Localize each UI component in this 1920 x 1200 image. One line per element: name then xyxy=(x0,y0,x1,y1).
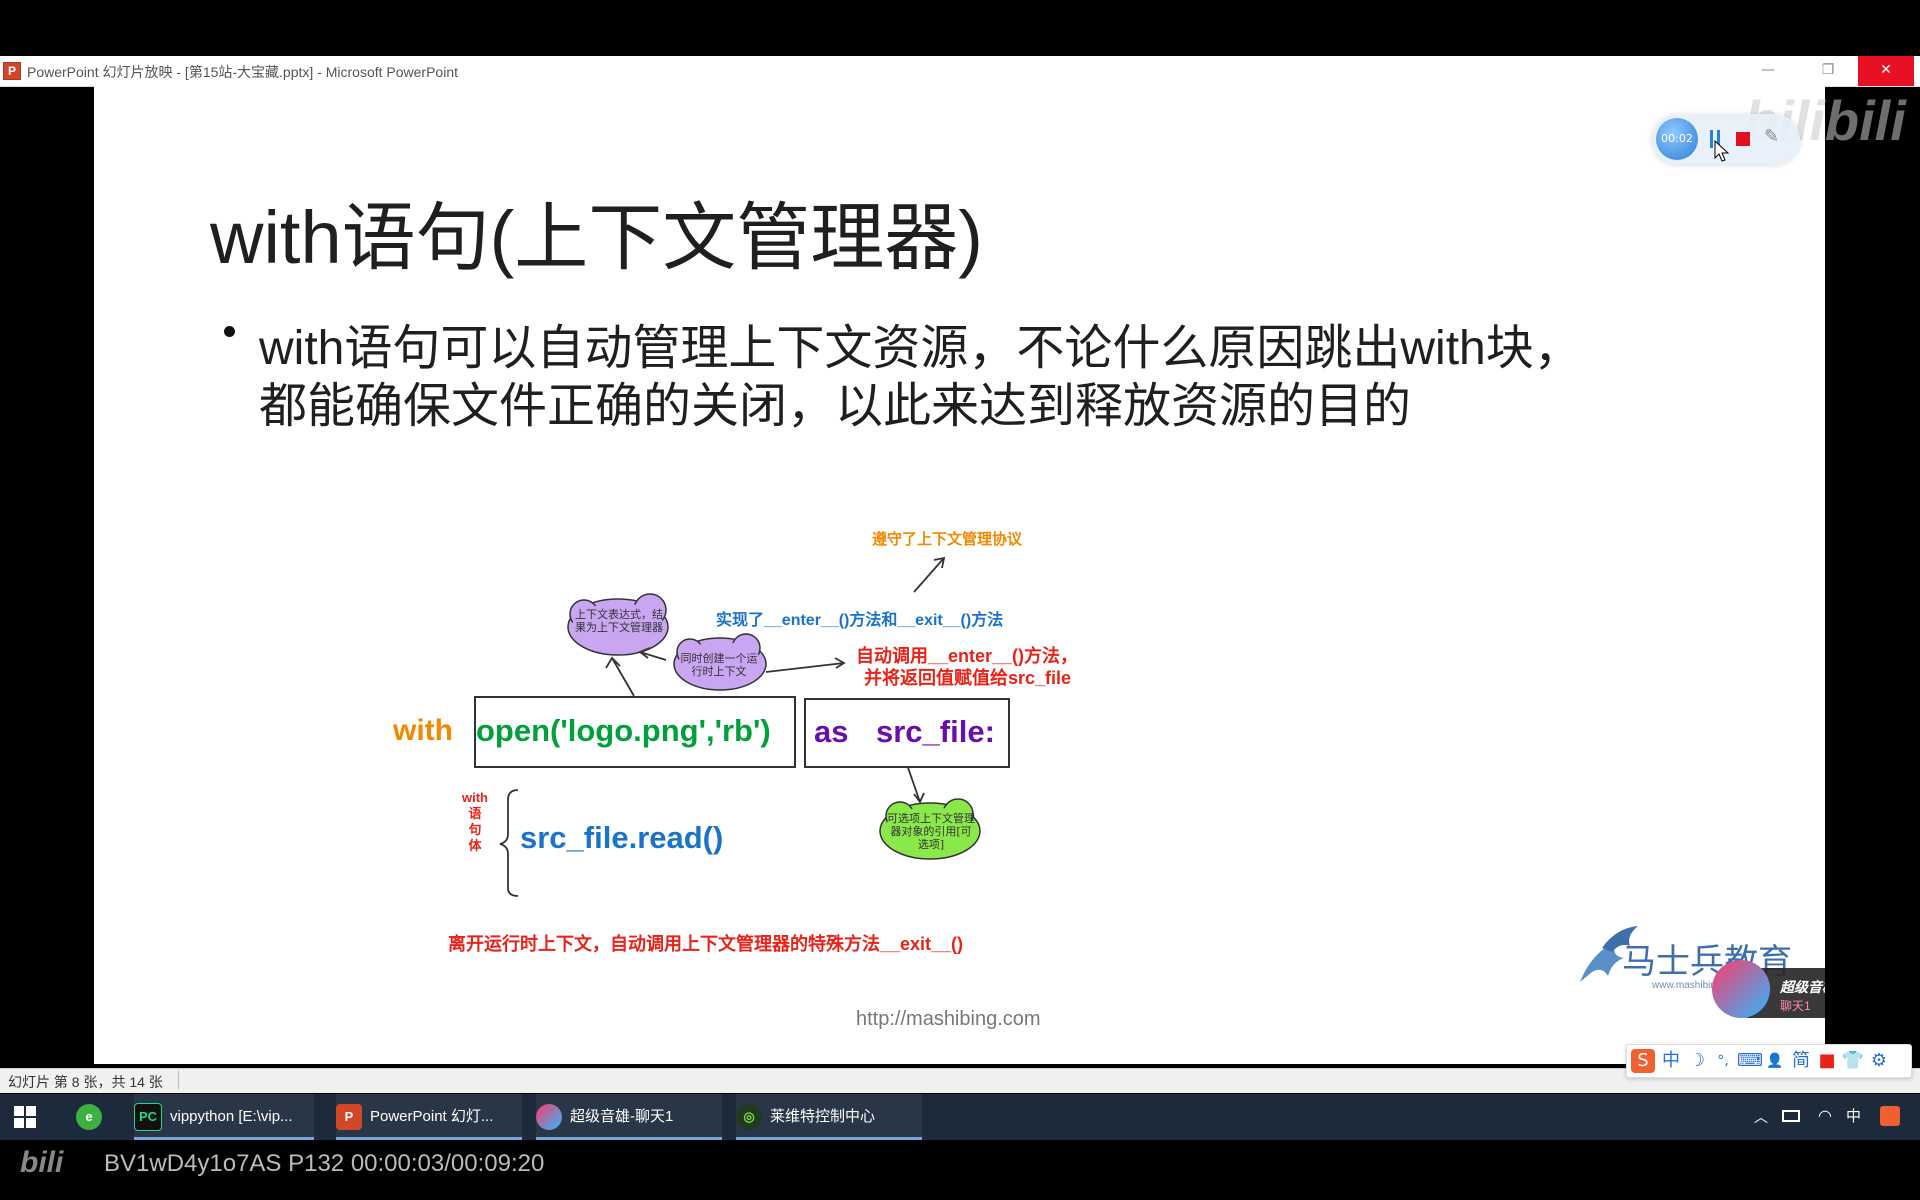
windows-logo-icon xyxy=(14,1106,36,1129)
enter-note-line-2: 并将返回值赋值给src_file xyxy=(864,668,1072,688)
music-app-icon xyxy=(536,1104,562,1131)
slide-url: http://mashibing.com xyxy=(856,1008,1041,1030)
powerpoint-taskbar-icon: P xyxy=(336,1104,362,1131)
moon-icon[interactable]: ☽ xyxy=(1685,1049,1709,1073)
target-variable: src_file: xyxy=(876,714,995,749)
pen-icon[interactable]: ✎ xyxy=(1764,126,1779,147)
taskbar-music-label: 超级音雄-聊天1 xyxy=(570,1108,674,1125)
taskbar-pycharm[interactable]: PC vippython [E:\vip... xyxy=(134,1094,314,1140)
control-center-icon: ◎ xyxy=(736,1104,762,1131)
status-divider xyxy=(178,1071,179,1089)
diagram-graphics xyxy=(499,556,981,897)
battery-icon[interactable] xyxy=(1782,1110,1800,1122)
context-expression-box: open('logo.png','rb') xyxy=(474,696,796,768)
minimize-button[interactable]: — xyxy=(1740,56,1796,86)
skin-icon[interactable]: 👕 xyxy=(1841,1049,1865,1073)
taskbar-control-center[interactable]: ◎ 莱维特控制中心 xyxy=(736,1094,922,1140)
settings-gear-icon[interactable]: ⚙ xyxy=(1867,1049,1891,1073)
slide[interactable]: with语句(上下文管理器) with语句可以自动管理上下文资源，不论什么原因跳… xyxy=(94,86,1825,1064)
simplified-toggle[interactable]: 简 xyxy=(1789,1049,1813,1073)
slide-counter: 幻灯片 第 8 张，共 14 张 xyxy=(8,1074,163,1090)
video-info: BV1wD4y1o7AS P132 00:00:03/00:09:20 xyxy=(104,1150,545,1177)
with-body-label: with 语 句 体 xyxy=(460,790,490,854)
mouse-cursor-icon xyxy=(1714,140,1730,162)
taskbar-browser[interactable]: e xyxy=(76,1094,116,1140)
body-label-2: 语 xyxy=(468,806,482,821)
window-titlebar: P PowerPoint 幻灯片放映 - [第15站-大宝藏.pptx] - M… xyxy=(0,56,1920,87)
cloud-3-text: 可选项上下文管理器对象的引用[可选项] xyxy=(887,812,975,851)
keyword-as: as xyxy=(814,714,849,749)
taskbar-pycharm-label: vippython [E:\vip... xyxy=(170,1108,293,1125)
exit-note: 离开运行时上下文，自动调用上下文管理器的特殊方法__exit__() xyxy=(448,934,964,954)
impl-note: 实现了__enter__()方法和__exit__()方法 xyxy=(716,612,1004,629)
powerpoint-icon: P xyxy=(3,62,21,80)
ime-logo-icon[interactable]: S xyxy=(1631,1049,1655,1073)
target-box: as src_file: xyxy=(804,698,1010,768)
wifi-icon[interactable]: ◠ xyxy=(1818,1094,1838,1140)
music-popup-subtitle: 聊天1 xyxy=(1780,999,1811,1013)
close-button[interactable]: ✕ xyxy=(1858,56,1914,86)
video-icon[interactable]: ■ xyxy=(1815,1049,1839,1073)
ime-toolbar[interactable]: S 中 ☽ °, ⌨ 👤 简 ■ 👕 ⚙ xyxy=(1626,1044,1912,1078)
tray-expand-icon[interactable]: ︿ xyxy=(1754,1094,1774,1140)
pycharm-icon: PC xyxy=(134,1103,162,1132)
with-statement-diagram: 上下文表达式，结果为上下文管理器 同时创建一个运行时上下文 可选项上下文管理器对… xyxy=(94,86,1825,1064)
protocol-note: 遵守了上下文管理协议 xyxy=(872,531,1023,548)
body-label-1: with xyxy=(462,790,488,805)
restore-button[interactable]: ❐ xyxy=(1800,56,1856,86)
body-label-3: 句 xyxy=(468,822,482,837)
recorder-timer: 00:02 xyxy=(1656,118,1698,160)
punctuation-icon[interactable]: °, xyxy=(1711,1049,1735,1073)
body-label-4: 体 xyxy=(468,838,482,853)
music-popup-title: 超级音雄 xyxy=(1780,979,1825,995)
ime-lang-toggle[interactable]: 中 xyxy=(1659,1049,1683,1073)
tray-sogou-icon[interactable] xyxy=(1880,1106,1900,1126)
cloud-1-text: 上下文表达式，结果为上下文管理器 xyxy=(575,608,663,634)
bilibili-logo: bili xyxy=(20,1146,64,1179)
music-note-icon xyxy=(1712,960,1770,1018)
cloud-2-text: 同时创建一个运行时上下文 xyxy=(680,652,758,678)
window-title: PowerPoint 幻灯片放映 - [第15站-大宝藏.pptx] - Mic… xyxy=(27,64,458,80)
taskbar-powerpoint[interactable]: P PowerPoint 幻灯... xyxy=(336,1094,522,1140)
user-icon[interactable]: 👤 xyxy=(1763,1049,1787,1073)
music-popup[interactable]: 超级音雄 聊天1 xyxy=(1712,960,1825,1018)
context-expression-code: open('logo.png','rb') xyxy=(476,713,771,748)
stop-icon[interactable] xyxy=(1736,132,1750,146)
start-button[interactable] xyxy=(14,1094,50,1140)
taskbar-music-app[interactable]: 超级音雄-聊天1 xyxy=(536,1094,722,1140)
keyboard-icon[interactable]: ⌨ xyxy=(1737,1049,1763,1073)
keyword-with: with xyxy=(393,714,453,747)
body-code: src_file.read() xyxy=(520,820,724,855)
tray-ime-indicator[interactable]: 中 xyxy=(1846,1094,1866,1140)
taskbar-control-label: 莱维特控制中心 xyxy=(770,1108,876,1125)
browser-icon: e xyxy=(76,1104,102,1131)
taskbar: e PC vippython [E:\vip... P PowerPoint 幻灯.… xyxy=(0,1094,1920,1140)
taskbar-powerpoint-label: PowerPoint 幻灯... xyxy=(370,1108,494,1125)
